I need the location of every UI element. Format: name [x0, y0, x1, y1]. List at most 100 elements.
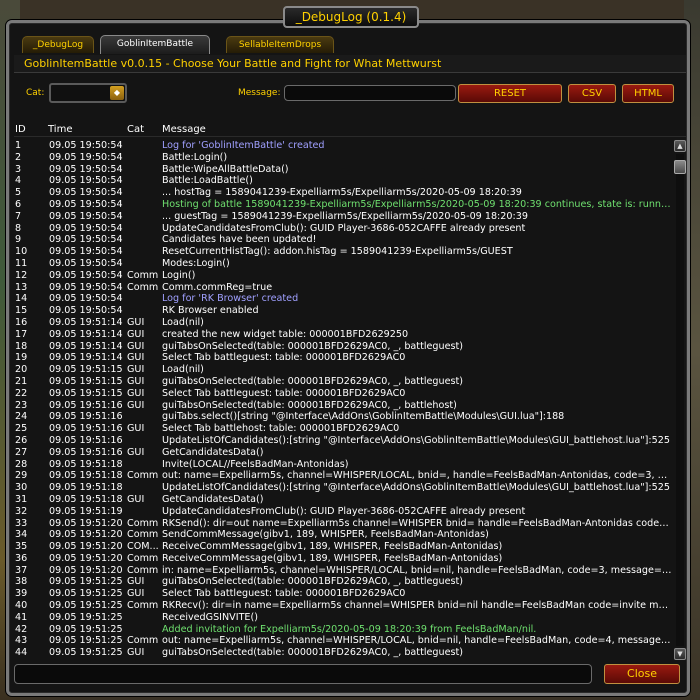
- row-time: 09.05 19:50:54: [49, 151, 123, 163]
- table-row[interactable]: 4 09.05 19:50:54 Battle:LoadBattle(): [14, 175, 672, 187]
- table-row[interactable]: 2 09.05 19:50:54 Battle:Login(): [14, 152, 672, 164]
- table-row[interactable]: 26 09.05 19:51:16 UpdateListOfCandidates()…: [14, 435, 672, 447]
- csv-button[interactable]: CSV: [568, 84, 616, 103]
- reset-button[interactable]: RESET: [458, 84, 562, 103]
- table-row[interactable]: 44 09.05 19:51:25 GUI guiTabsOnSelected(tab…: [14, 647, 672, 659]
- table-row[interactable]: 27 09.05 19:51:16 GUI GetCandidatesData(): [14, 447, 672, 459]
- table-row[interactable]: 16 09.05 19:51:14 GUI Load(nil): [14, 317, 672, 329]
- table-row[interactable]: 31 09.05 19:51:18 GUI GetCandidatesData(): [14, 494, 672, 506]
- table-row[interactable]: 39 09.05 19:51:25 GUI Select Tab battlegues…: [14, 588, 672, 600]
- table-row[interactable]: 23 09.05 19:51:16 GUI guiTabsOnSelected(tab…: [14, 400, 672, 412]
- table-row[interactable]: 18 09.05 19:51:14 GUI guiTabsOnSelected(tab…: [14, 341, 672, 353]
- row-id: 9: [15, 234, 22, 246]
- row-message: Modes:Login(): [162, 257, 230, 269]
- row-cat: GUI: [127, 493, 145, 505]
- table-row[interactable]: 14 09.05 19:50:54 Log for 'RK Browser' cre…: [14, 293, 672, 305]
- row-time: 09.05 19:50:54: [49, 281, 123, 293]
- row-time: 09.05 19:51:14: [49, 352, 123, 364]
- table-row[interactable]: 33 09.05 19:51:20 Comm RKSend(): dir=out na…: [14, 518, 672, 530]
- table-row[interactable]: 40 09.05 19:51:25 Comm RKRecv(): dir=in nam…: [14, 600, 672, 612]
- tab-goblinitembattle[interactable]: GoblinItemBattle: [100, 35, 210, 54]
- table-row[interactable]: 9 09.05 19:50:54 Candidates have been upda…: [14, 234, 672, 246]
- message-label: Message:: [238, 88, 281, 98]
- scrollbar-track[interactable]: [676, 154, 684, 646]
- row-message: Log for 'RK Browser' created: [162, 293, 299, 305]
- row-id: 11: [15, 257, 28, 269]
- row-cat: GUI: [127, 328, 145, 340]
- table-row[interactable]: 29 09.05 19:51:18 Comm out: name=Expelliarm…: [14, 470, 672, 482]
- row-id: 33: [15, 517, 28, 529]
- scrollbar-thumb[interactable]: [674, 160, 686, 174]
- arrow-down-icon[interactable]: ▼: [674, 648, 686, 660]
- row-id: 18: [15, 340, 28, 352]
- column-header-time[interactable]: Time: [48, 124, 72, 135]
- message-filter-input[interactable]: [284, 85, 456, 101]
- row-id: 43: [15, 635, 28, 647]
- table-row[interactable]: 24 09.05 19:51:16 guiTabs.select()[string …: [14, 411, 672, 423]
- arrow-up-icon[interactable]: ▲: [674, 140, 686, 152]
- row-message: Hosting of battle 1589041239-Expelliarm5…: [162, 198, 672, 210]
- row-time: 09.05 19:51:18: [49, 493, 123, 505]
- table-row[interactable]: 13 09.05 19:50:54 Comm Comm.commReg=true: [14, 282, 672, 294]
- table-row[interactable]: 43 09.05 19:51:25 Comm out: name=Expelliarm…: [14, 635, 672, 647]
- row-id: 8: [15, 222, 22, 234]
- row-id: 41: [15, 611, 28, 623]
- window-title[interactable]: _DebugLog (0.1.4): [283, 6, 419, 28]
- column-header-cat[interactable]: Cat: [127, 124, 144, 135]
- table-row[interactable]: 38 09.05 19:51:25 GUI guiTabsOnSelected(tab…: [14, 576, 672, 588]
- close-button[interactable]: Close: [604, 664, 680, 684]
- row-cat: COM...: [127, 541, 159, 553]
- table-row[interactable]: 34 09.05 19:51:20 Comm SendCommMessage(gibv…: [14, 529, 672, 541]
- table-row[interactable]: 28 09.05 19:51:18 Invite(LOCAL//FeelsBadMa…: [14, 459, 672, 471]
- row-time: 09.05 19:51:19: [49, 505, 123, 517]
- table-row[interactable]: 21 09.05 19:51:15 GUI guiTabsOnSelected(tab…: [14, 376, 672, 388]
- table-row[interactable]: 17 09.05 19:51:14 GUI created the new widg…: [14, 329, 672, 341]
- row-id: 30: [15, 482, 28, 494]
- row-time: 09.05 19:51:20: [49, 552, 123, 564]
- table-row[interactable]: 1 09.05 19:50:54 Log for 'GoblinItemBattle…: [14, 140, 672, 152]
- table-row[interactable]: 3 09.05 19:50:54 Battle:WipeAllBattleData(…: [14, 164, 672, 176]
- table-row[interactable]: 8 09.05 19:50:54 UpdateCandidatesFromClub(…: [14, 223, 672, 235]
- column-header-message[interactable]: Message: [162, 124, 206, 135]
- table-row[interactable]: 10 09.05 19:50:54 ResetCurrentHistTag(): a…: [14, 246, 672, 258]
- table-row[interactable]: 41 09.05 19:51:25 ReceivedGSINVITE(): [14, 612, 672, 624]
- table-row[interactable]: 22 09.05 19:51:15 GUI Select Tab battlegues…: [14, 388, 672, 400]
- row-id: 40: [15, 600, 28, 612]
- row-time: 09.05 19:51:15: [49, 364, 123, 376]
- table-row[interactable]: 20 09.05 19:51:15 GUI Load(nil): [14, 364, 672, 376]
- table-row[interactable]: 25 09.05 19:51:16 GUI Select Tab battlehost…: [14, 423, 672, 435]
- row-message: Added invitation for Expelliarm5s/2020-0…: [162, 623, 537, 635]
- table-row[interactable]: 36 09.05 19:51:20 Comm ReceiveCommMessage(g…: [14, 553, 672, 565]
- table-row[interactable]: 11 09.05 19:50:54 Modes:Login(): [14, 258, 672, 270]
- command-input[interactable]: [14, 664, 592, 684]
- row-message: guiTabsOnSelected(table: 000001BFD2629AC…: [162, 647, 463, 659]
- table-row[interactable]: 32 09.05 19:51:19 UpdateCandidatesFromClub…: [14, 506, 672, 518]
- table-row[interactable]: 42 09.05 19:51:25 Added invitation for Exp…: [14, 624, 672, 636]
- cat-dropdown[interactable]: ◆: [49, 83, 127, 103]
- row-id: 3: [15, 163, 22, 175]
- row-id: 21: [15, 375, 28, 387]
- row-id: 10: [15, 246, 28, 258]
- tab-debuglog[interactable]: _DebugLog: [22, 36, 94, 53]
- table-row[interactable]: 7 09.05 19:50:54 ... guestTag = 1589041239…: [14, 211, 672, 223]
- row-cat: Comm: [127, 529, 159, 541]
- row-message: Select Tab battlehost: table: 000001BFD2…: [162, 423, 400, 435]
- table-row[interactable]: 6 09.05 19:50:54 Hosting of battle 1589041…: [14, 199, 672, 211]
- html-button[interactable]: HTML: [622, 84, 674, 103]
- row-id: 7: [15, 210, 22, 222]
- table-row[interactable]: 19 09.05 19:51:14 GUI Select Tab battlegues…: [14, 352, 672, 364]
- row-id: 1: [15, 140, 22, 151]
- table-row[interactable]: 30 09.05 19:51:18 UpdateListOfCandidates()…: [14, 482, 672, 494]
- row-cat: GUI: [127, 387, 145, 399]
- table-row[interactable]: 37 09.05 19:51:20 Comm in: name=Expelliarm5…: [14, 565, 672, 577]
- row-id: 35: [15, 541, 28, 553]
- row-id: 36: [15, 552, 28, 564]
- table-row[interactable]: 12 09.05 19:50:54 Comm Login(): [14, 270, 672, 282]
- chevron-down-icon[interactable]: ◆: [110, 86, 124, 100]
- column-header-id[interactable]: ID: [15, 124, 26, 135]
- tab-sellableitemdrops[interactable]: SellableItemDrops: [226, 36, 334, 53]
- row-id: 32: [15, 505, 28, 517]
- table-row[interactable]: 5 09.05 19:50:54 ... hostTag = 1589041239-…: [14, 187, 672, 199]
- table-row[interactable]: 35 09.05 19:51:20 COM... ReceiveCommMessage…: [14, 541, 672, 553]
- table-row[interactable]: 15 09.05 19:50:54 RK Browser enabled: [14, 305, 672, 317]
